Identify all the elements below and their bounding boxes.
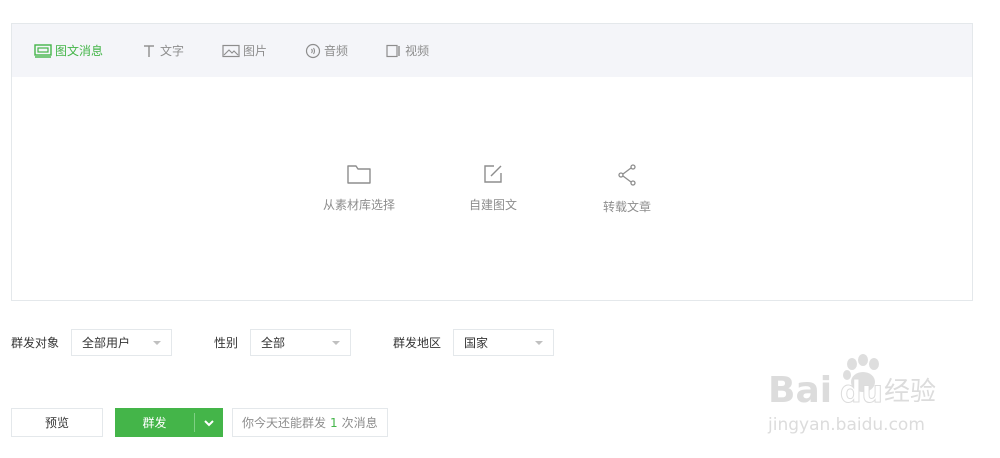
tab-label: 文字 xyxy=(160,44,185,58)
send-quota-notice: 你今天还能群发 1 次消息 xyxy=(232,408,388,437)
action-label: 自建图文 xyxy=(468,198,518,212)
chevron-down-icon xyxy=(332,340,341,345)
gender-select[interactable]: 全部 xyxy=(250,329,352,356)
editor-content: 从素材库选择 自建图文 转载文章 xyxy=(12,77,972,300)
repost-article-button[interactable]: 转载文章 xyxy=(603,163,651,215)
tab-label: 图文消息 xyxy=(55,44,104,58)
send-options-toggle[interactable] xyxy=(195,408,223,437)
watermark-url: jingyan.baidu.com xyxy=(767,415,925,435)
action-label: 转载文章 xyxy=(602,200,652,214)
chevron-down-icon xyxy=(204,419,214,426)
tab-video[interactable]: 视频 xyxy=(386,24,429,77)
target-select[interactable]: 全部用户 xyxy=(71,329,173,356)
watermark-suffix: 经验 xyxy=(884,377,936,407)
message-editor: 图文消息 文字 图片 音频 视频 从素材库选择 自建图文 转载文章 xyxy=(11,23,973,301)
region-label: 群发地区 xyxy=(393,336,442,350)
tab-image[interactable]: 图片 xyxy=(222,24,267,77)
audio-icon xyxy=(305,43,321,58)
preview-button[interactable]: 预览 xyxy=(11,408,103,437)
action-label: 从素材库选择 xyxy=(322,198,396,212)
target-value: 全部用户 xyxy=(82,336,131,350)
quota-count: 1 xyxy=(330,415,338,430)
send-actions: 预览 群发 你今天还能群发 1 次消息 xyxy=(11,408,388,437)
chevron-down-icon xyxy=(535,340,544,345)
region-value: 国家 xyxy=(464,336,489,350)
tab-audio[interactable]: 音频 xyxy=(305,24,348,77)
send-filters: 群发对象 全部用户 性别 全部 群发地区 国家 xyxy=(11,328,555,357)
chevron-down-icon xyxy=(153,340,162,345)
tab-text[interactable]: 文字 xyxy=(141,24,184,77)
baidu-jingyan-watermark: Bai du 经验 jingyan.baidu.com xyxy=(767,354,936,435)
gender-label: 性别 xyxy=(214,336,239,350)
watermark-brand: Bai xyxy=(768,370,832,411)
quota-prefix: 你今天还能群发 xyxy=(242,416,327,430)
quota-suffix: 次消息 xyxy=(341,416,378,430)
gender-value: 全部 xyxy=(261,336,286,350)
folder-icon xyxy=(347,165,371,184)
text-icon xyxy=(144,44,155,57)
send-button-group: 群发 xyxy=(115,408,223,437)
create-article-button[interactable]: 自建图文 xyxy=(469,163,517,213)
target-label: 群发对象 xyxy=(11,336,60,350)
message-type-tabs: 图文消息 文字 图片 音频 视频 xyxy=(12,24,972,77)
tab-news[interactable]: 图文消息 xyxy=(34,24,103,77)
news-icon xyxy=(34,43,52,58)
region-select[interactable]: 国家 xyxy=(453,329,555,356)
video-icon xyxy=(386,44,400,57)
select-from-library-button[interactable]: 从素材库选择 xyxy=(323,163,395,213)
edit-icon xyxy=(484,165,502,183)
send-button[interactable]: 群发 xyxy=(115,408,194,437)
tab-label: 图片 xyxy=(243,44,268,58)
watermark-paw-text: du xyxy=(840,375,883,410)
image-icon xyxy=(222,44,240,57)
share-icon xyxy=(618,164,636,186)
tab-label: 音频 xyxy=(324,44,349,58)
tab-label: 视频 xyxy=(405,44,430,58)
